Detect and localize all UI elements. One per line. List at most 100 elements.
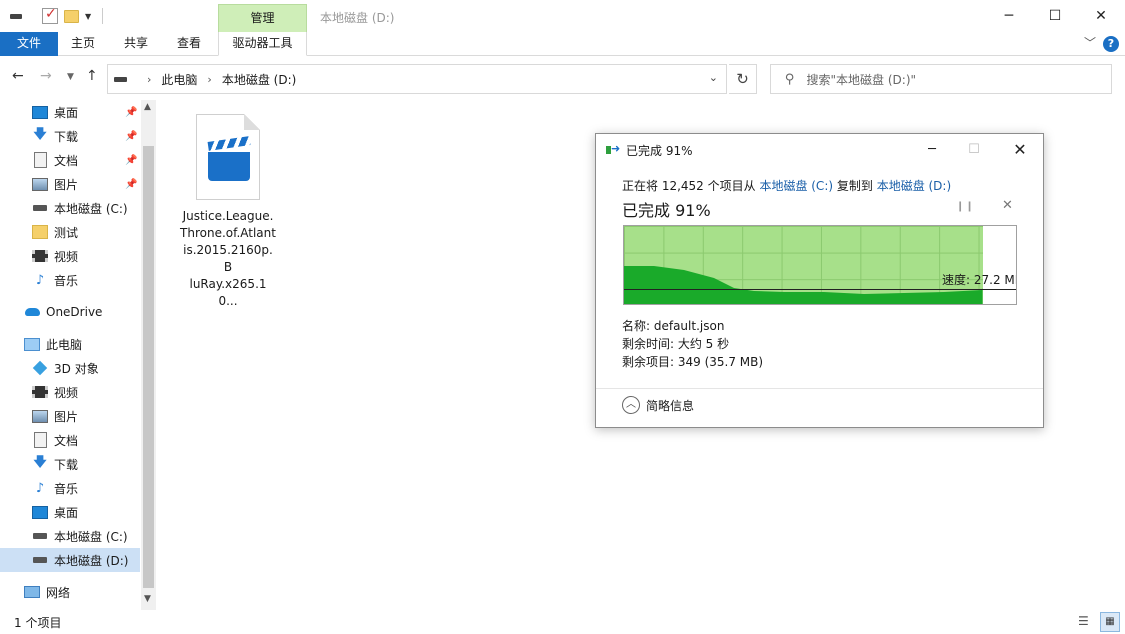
help-icon[interactable]: ? [1103,36,1119,52]
address-dropdown-icon[interactable]: ⌄ [709,71,718,84]
forward-arrow-icon[interactable]: → [40,68,52,84]
nav-item-music[interactable]: ♪ 音乐 [0,476,140,500]
properties-check-icon[interactable] [42,6,58,24]
dialog-maximize-button: ☐ [968,142,980,157]
pin-icon[interactable]: 📌 [125,155,137,166]
network-icon [24,585,40,599]
title-bar: ▼ 管理 本地磁盘 (D:) ─ ☐ ✕ [0,0,1125,32]
pause-icon[interactable]: ❙❙ [956,201,975,212]
copy-progress-dialog: 已完成 91% ─ ☐ ✕ 正在将 12,452 个项目从 本地磁盘 (C:) … [595,133,1044,428]
nav-item-label: 此电脑 [46,337,83,352]
nav-item-downloads[interactable]: 🡇 下载 📌 [0,124,140,148]
fewer-details-toggle[interactable]: ︿ 简略信息 [622,396,694,414]
nav-item-label: 测试 [54,225,79,240]
nav-item-network[interactable]: 网络 [0,580,140,604]
tab-drive-tools[interactable]: 驱动器工具 [218,32,307,56]
file-item[interactable]: Justice.League. Throne.of.Atlant is.2015… [180,110,276,310]
picture-icon [32,177,48,191]
close-button[interactable]: ✕ [1078,0,1124,32]
desktop-icon [32,505,48,519]
nav-item-documents[interactable]: 文档 [0,428,140,452]
tab-home[interactable]: 主页 [58,32,108,56]
minimize-button[interactable]: ─ [986,0,1032,32]
file-name: Justice.League. Throne.of.Atlant is.2015… [180,208,276,310]
nav-item-drive-d[interactable]: 本地磁盘 (D:) [0,548,140,572]
file-name-line: is.2015.2160p.B [183,243,273,274]
download-icon: 🡇 [33,127,47,142]
nav-item-3d-objects[interactable]: 3D 对象 [0,356,140,380]
nav-item-pictures[interactable]: 图片 [0,404,140,428]
drive-icon [32,201,48,215]
up-arrow-icon[interactable]: ↑ [86,68,98,84]
nav-item-test-folder[interactable]: 测试 [0,220,140,244]
search-input[interactable]: ⚲ 搜索"本地磁盘 (D:)" [770,64,1112,94]
new-folder-icon[interactable] [64,10,79,23]
address-bar[interactable]: › 此电脑 › 本地磁盘 (D:) ⌄ [107,64,727,94]
navigation-bar: ← → ▼ ↑ › 此电脑 › 本地磁盘 (D:) ⌄ ↻ ⚲ 搜索"本地磁盘 … [0,56,1125,100]
file-name-line: Justice.League. [182,209,274,223]
nav-item-drive-c[interactable]: 本地磁盘 (C:) [0,524,140,548]
nav-item-label: 文档 [54,433,79,448]
expand-ribbon-icon[interactable]: ﹀ [1084,34,1096,51]
maximize-button[interactable]: ☐ [1032,0,1078,32]
dialog-minimize-button[interactable]: ─ [912,138,952,162]
tab-share[interactable]: 共享 [112,32,160,56]
nav-item-onedrive[interactable]: OneDrive [0,300,140,324]
tab-file[interactable]: 文件 [0,32,58,56]
pin-icon[interactable]: 📌 [125,107,137,118]
video-icon [32,249,48,263]
computer-icon [24,337,40,351]
back-arrow-icon[interactable]: ← [12,68,24,84]
cancel-icon[interactable]: ✕ [1002,198,1013,213]
nav-item-label: 本地磁盘 (C:) [54,529,128,544]
items-remaining-info: 剩余项目: 349 (35.7 MB) [622,355,764,369]
item-count: 1 个项目 [14,616,62,630]
refresh-button[interactable]: ↻ [729,64,757,94]
recent-locations-icon[interactable]: ▼ [67,72,74,82]
breadcrumb-this-pc[interactable]: 此电脑 [161,71,197,88]
nav-item-documents[interactable]: 文档 📌 [0,148,140,172]
manage-context-tab[interactable]: 管理 [218,4,307,32]
nav-item-videos[interactable]: 视频 [0,380,140,404]
scrollbar-thumb[interactable] [143,146,154,588]
details-view-icon[interactable]: ☰ [1078,614,1094,630]
nav-item-pictures[interactable]: 图片 📌 [0,172,140,196]
nav-item-desktop[interactable]: 桌面 📌 [0,100,140,124]
window-title: 本地磁盘 (D:) [320,11,395,25]
file-name-line: Throne.of.Atlant [180,226,276,240]
nav-item-videos[interactable]: 视频 [0,244,140,268]
nav-item-label: OneDrive [46,305,103,319]
speed-label: 速度: 27.2 MB/秒 [942,273,1016,287]
breadcrumb-chevron-icon[interactable]: › [207,73,211,86]
video-icon [32,385,48,399]
breadcrumb-drive-d[interactable]: 本地磁盘 (D:) [222,71,296,88]
status-bar: 1 个项目 ☰ ▦ [0,610,1125,634]
drive-icon [114,76,127,82]
pin-icon[interactable]: 📌 [125,131,137,142]
nav-item-music[interactable]: ♪ 音乐 [0,268,140,292]
large-icons-view-icon[interactable]: ▦ [1100,612,1120,632]
nav-item-label: 下载 [54,457,79,472]
pin-icon[interactable]: 📌 [125,179,137,190]
download-icon: 🡇 [33,455,47,470]
source-link[interactable]: 本地磁盘 (C:) [759,179,833,193]
nav-pane-scrollbar[interactable]: ▲ ▼ [141,100,156,610]
nav-item-label: 视频 [54,249,79,264]
scroll-up-icon[interactable]: ▲ [144,102,151,112]
nav-item-this-pc[interactable]: 此电脑 [0,332,140,356]
search-placeholder: 搜索"本地磁盘 (D:)" [806,72,917,87]
nav-item-drive-c[interactable]: 本地磁盘 (C:) [0,196,140,220]
copy-desc-prefix: 正在将 12,452 个项目从 [622,179,760,193]
desktop-icon [32,105,48,119]
dialog-close-button[interactable]: ✕ [1000,138,1040,162]
search-icon: ⚲ [785,71,795,87]
nav-item-desktop[interactable]: 桌面 [0,500,140,524]
nav-item-downloads[interactable]: 🡇 下载 [0,452,140,476]
nav-item-label: 桌面 [54,105,79,120]
chevron-up-icon: ︿ [622,396,640,414]
tab-view[interactable]: 查看 [164,32,214,56]
destination-link[interactable]: 本地磁盘 (D:) [877,179,951,193]
breadcrumb-chevron-icon[interactable]: › [147,73,151,86]
scroll-down-icon[interactable]: ▼ [144,594,151,604]
quick-access-dropdown-icon[interactable]: ▼ [85,6,95,26]
